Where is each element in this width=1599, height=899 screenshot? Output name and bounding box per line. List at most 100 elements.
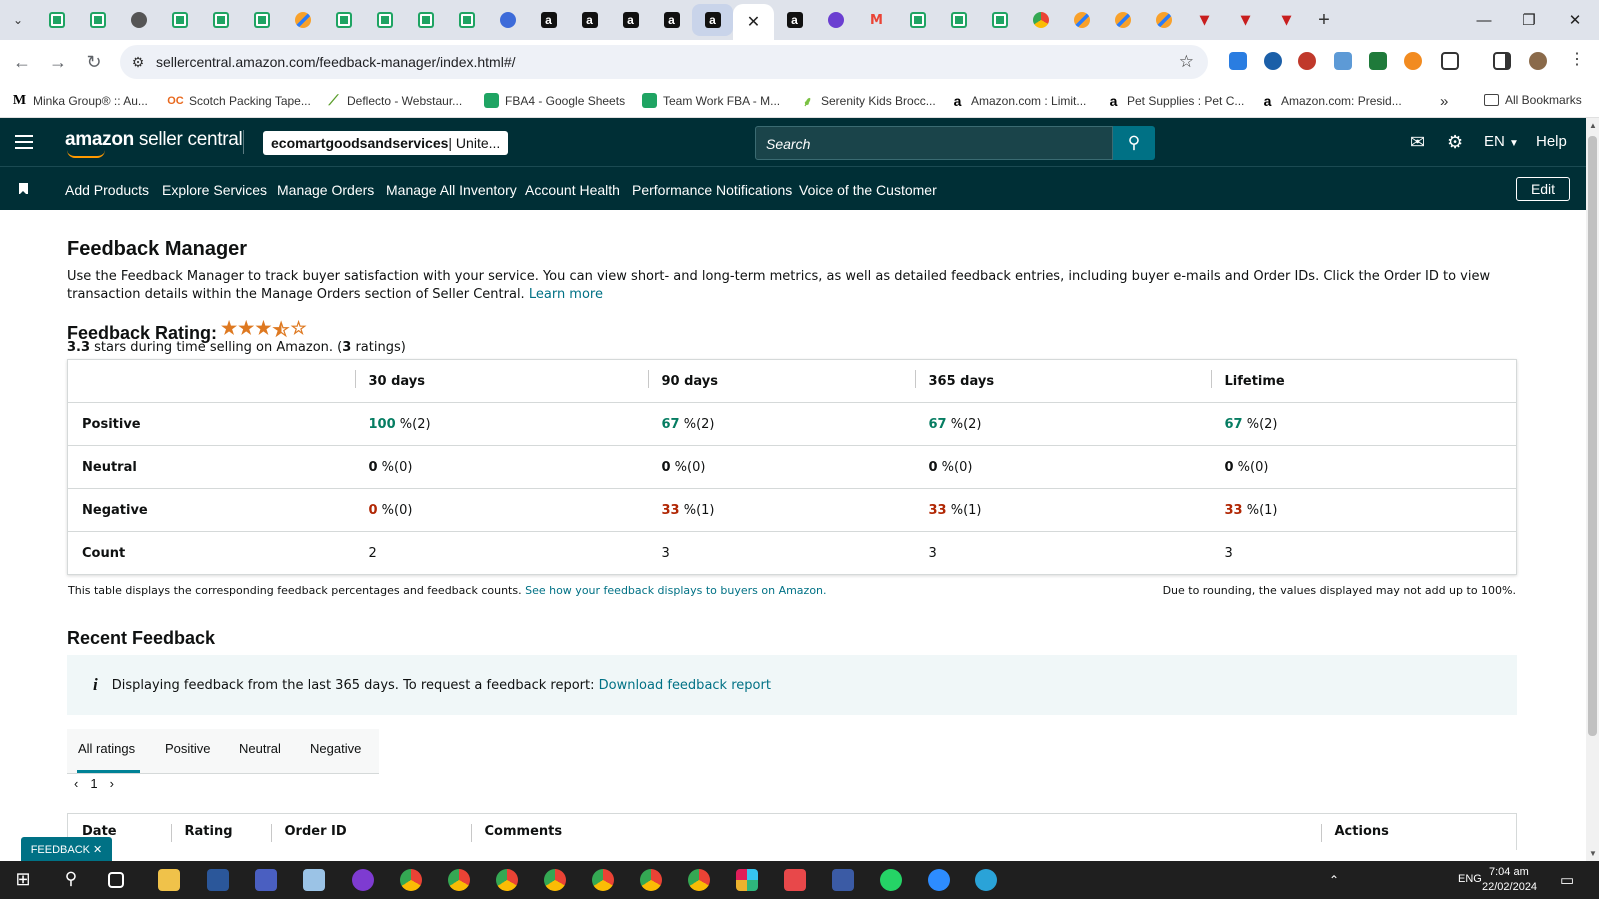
browser-tab[interactable] (405, 4, 446, 36)
browser-tab[interactable]: a (569, 4, 610, 36)
nav-performance-notifications[interactable]: Performance Notifications (632, 182, 792, 198)
browser-tab[interactable] (487, 4, 528, 36)
bookmark-item[interactable]: OC Scotch Packing Tape... (167, 93, 311, 108)
word-icon[interactable] (255, 869, 277, 891)
chrome-icon[interactable] (592, 869, 614, 891)
language-indicator[interactable]: ENG (1458, 873, 1482, 885)
bookmark-item[interactable]: M Minka Group® :: Au... (12, 93, 148, 108)
search-button[interactable]: ⚲ (1113, 126, 1155, 160)
extension-icon[interactable] (1264, 52, 1282, 70)
search-icon[interactable]: ⚲ (60, 869, 82, 891)
zoom-icon[interactable] (928, 869, 950, 891)
restore-icon[interactable]: ❐ (1506, 0, 1552, 40)
learn-more-link[interactable]: Learn more (529, 287, 603, 302)
browser-tab[interactable]: ▼ (1266, 4, 1307, 36)
column-header-comments[interactable]: Comments (470, 814, 1321, 850)
browser-tab[interactable] (897, 4, 938, 36)
tab-neutral[interactable]: Neutral (239, 741, 281, 756)
next-page-icon[interactable]: › (110, 776, 114, 791)
chrome-icon[interactable] (400, 869, 422, 891)
tab-negative[interactable]: Negative (310, 741, 361, 756)
side-panel-icon[interactable] (1493, 52, 1511, 70)
bookmarks-overflow-icon[interactable]: » (1440, 93, 1448, 110)
browser-tab[interactable] (200, 4, 241, 36)
browser-tab[interactable] (1102, 4, 1143, 36)
column-header-rating[interactable]: Rating (170, 814, 271, 850)
browser-tab[interactable] (446, 4, 487, 36)
chrome-icon[interactable] (496, 869, 518, 891)
nav-add-products[interactable]: Add Products (65, 182, 149, 198)
prev-page-icon[interactable]: ‹ (74, 776, 78, 791)
address-bar[interactable]: ⚙ sellercentral.amazon.com/feedback-mana… (120, 45, 1208, 79)
settings-gear-icon[interactable]: ⚙ (1447, 132, 1463, 153)
menu-dots-icon[interactable]: ⋮ (1568, 52, 1586, 70)
tab-search-icon[interactable]: ⌄ (0, 0, 36, 40)
new-tab-button[interactable]: + (1307, 9, 1341, 32)
browser-tab[interactable] (159, 4, 200, 36)
hamburger-menu-icon[interactable] (15, 135, 33, 149)
nav-account-health[interactable]: Account Health (525, 182, 620, 198)
browser-tab[interactable] (1143, 4, 1184, 36)
language-selector[interactable]: EN ▼ (1484, 133, 1519, 150)
column-header-order-id[interactable]: Order ID (270, 814, 471, 850)
account-switcher[interactable]: ecomartgoodsandservices | Unite... (263, 131, 509, 155)
browser-tab[interactable]: ▼ (1184, 4, 1225, 36)
minimize-icon[interactable]: — (1461, 0, 1507, 40)
clock-date[interactable]: 22/02/2024 (1482, 881, 1537, 893)
browser-tab[interactable]: a (774, 4, 815, 36)
nav-manage-inventory[interactable]: Manage All Inventory (386, 182, 517, 198)
app-icon[interactable] (303, 869, 325, 891)
scroll-down-icon[interactable]: ▼ (1589, 849, 1597, 858)
reload-icon[interactable]: ↻ (76, 44, 112, 80)
browser-tab[interactable] (118, 4, 159, 36)
browser-tab[interactable]: a (651, 4, 692, 36)
browser-tab[interactable]: M (856, 4, 897, 36)
telegram-icon[interactable] (975, 869, 997, 891)
bookmark-star-icon[interactable]: ☆ (1179, 52, 1194, 72)
clock-time[interactable]: 7:04 am (1489, 866, 1529, 878)
browser-tab[interactable]: a (610, 4, 651, 36)
chrome-icon[interactable] (688, 869, 710, 891)
windows-start-icon[interactable]: ⊞ (12, 869, 34, 891)
browser-tab-active[interactable]: ✕ (733, 4, 774, 40)
feedback-widget-button[interactable]: FEEDBACK ✕ (21, 837, 112, 862)
page-scrollbar[interactable]: ▲ ▼ (1586, 118, 1599, 861)
bookmark-item[interactable]: ⟋ Deflecto - Webstaur... (326, 92, 463, 108)
scrollbar-thumb[interactable] (1588, 136, 1597, 736)
browser-tab[interactable] (815, 4, 856, 36)
extension-icon[interactable] (1404, 52, 1422, 70)
browser-tab[interactable] (1061, 4, 1102, 36)
nav-manage-orders[interactable]: Manage Orders (277, 182, 374, 198)
slack-icon[interactable] (736, 869, 758, 891)
extension-icon[interactable] (1334, 52, 1352, 70)
bookmark-item[interactable]: Team Work FBA - M... (642, 93, 780, 108)
calculator-icon[interactable] (832, 869, 854, 891)
site-info-icon[interactable]: ⚙ (120, 54, 156, 71)
url-text[interactable]: sellercentral.amazon.com/feedback-manage… (156, 54, 516, 70)
bookmark-item[interactable]: ⸙ Serenity Kids Brocc... (800, 93, 936, 109)
bookmark-icon[interactable] (19, 183, 28, 195)
back-icon[interactable]: ← (4, 44, 40, 80)
tab-positive[interactable]: Positive (165, 741, 211, 756)
bookmark-item[interactable]: a Amazon.com: Presid... (1260, 93, 1402, 109)
chrome-icon[interactable] (640, 869, 662, 891)
close-icon[interactable]: ✕ (747, 12, 760, 32)
mail-icon[interactable]: ✉ (1410, 132, 1425, 153)
browser-tab[interactable] (1020, 4, 1061, 36)
browser-tab[interactable] (282, 4, 323, 36)
browser-tab[interactable] (938, 4, 979, 36)
browser-tab[interactable] (241, 4, 282, 36)
all-bookmarks-button[interactable]: All Bookmarks (1484, 93, 1582, 107)
help-link[interactable]: Help (1536, 133, 1567, 150)
tray-chevron-icon[interactable]: ⌃ (1329, 873, 1339, 887)
chrome-icon[interactable] (544, 869, 566, 891)
browser-tab[interactable] (323, 4, 364, 36)
browser-tab[interactable]: a (528, 4, 569, 36)
forward-icon[interactable]: → (40, 44, 76, 80)
nav-voice-of-customer[interactable]: Voice of the Customer (799, 182, 937, 198)
tab-all-ratings[interactable]: All ratings (78, 741, 135, 756)
browser-tab[interactable] (979, 4, 1020, 36)
notifications-icon[interactable]: ▭ (1560, 871, 1574, 889)
app-icon[interactable] (784, 869, 806, 891)
amazon-seller-central-logo[interactable]: amazon seller central (65, 129, 243, 158)
